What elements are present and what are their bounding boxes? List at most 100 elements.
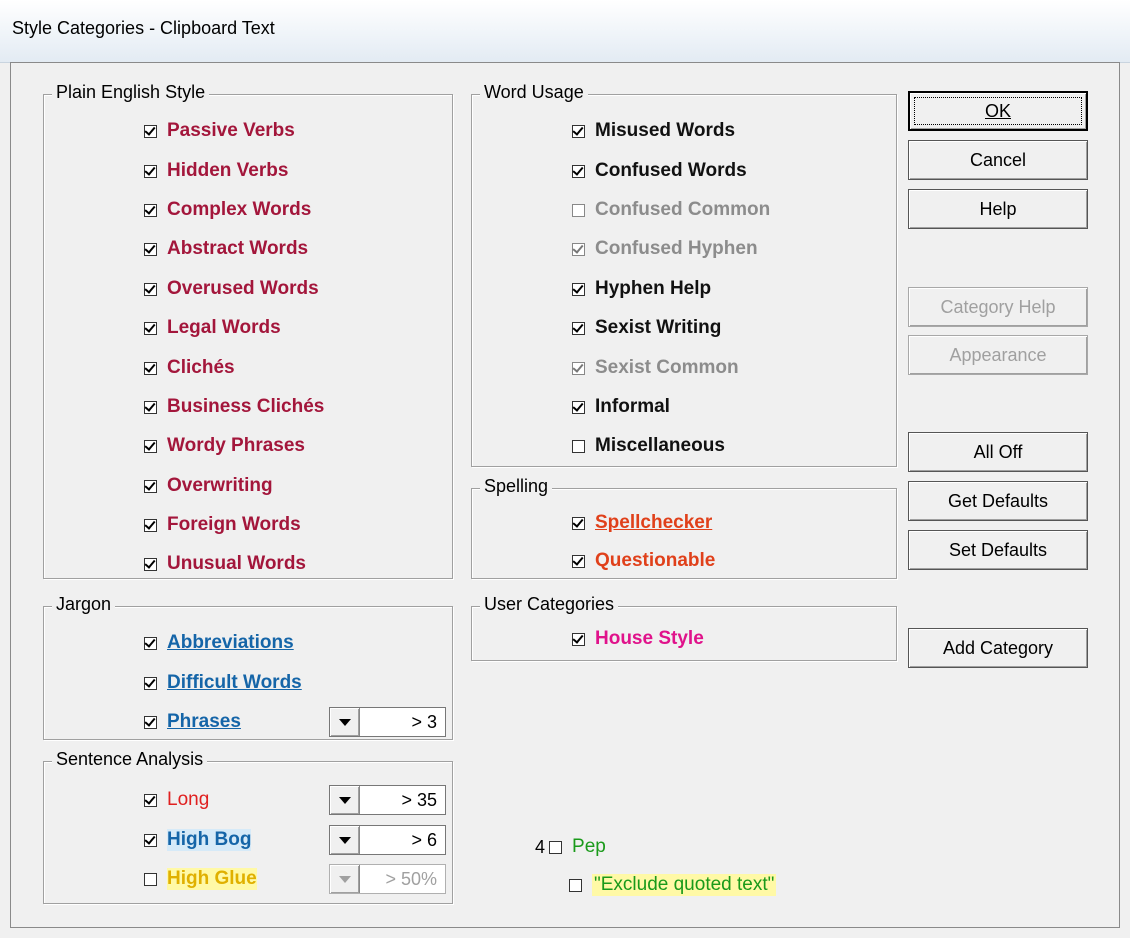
high-bog-threshold-dropdown[interactable]: > 6 <box>329 825 446 855</box>
dropdown-arrow-icon[interactable] <box>330 826 360 854</box>
option-long[interactable]: Long <box>144 786 209 814</box>
dropdown-arrow-icon[interactable] <box>330 708 360 736</box>
option-hyphen-help[interactable]: Hyphen Help <box>572 275 711 303</box>
checkbox[interactable] <box>144 164 157 178</box>
option-informal[interactable]: Informal <box>572 393 670 421</box>
option-passive-verbs[interactable]: Passive Verbs <box>144 117 295 145</box>
option-wordy-phrases[interactable]: Wordy Phrases <box>144 432 305 460</box>
checkbox[interactable] <box>144 242 157 256</box>
checkbox[interactable] <box>144 361 157 375</box>
checkbox[interactable] <box>572 516 585 530</box>
option-label: Spellchecker <box>595 512 713 533</box>
title-bar[interactable]: Style Categories - Clipboard Text <box>0 0 1130 63</box>
option-foreign-words[interactable]: Foreign Words <box>144 511 301 539</box>
style-categories-dialog: Style Categories - Clipboard Text Plain … <box>0 0 1130 938</box>
checkbox[interactable] <box>144 400 157 414</box>
add-category-button[interactable]: Add Category <box>908 628 1088 668</box>
checkbox[interactable] <box>572 554 585 568</box>
checkbox[interactable] <box>144 479 157 493</box>
option-high-bog[interactable]: High Bog <box>144 826 252 854</box>
option-phrases[interactable]: Phrases <box>144 708 241 736</box>
group-jargon: Jargon Abbreviations Difficult Words Phr… <box>43 594 453 740</box>
appearance-button: Appearance <box>908 335 1088 375</box>
option-label: Abstract Words <box>167 238 309 259</box>
option-label: Business Clichés <box>167 396 325 417</box>
option-complex-words[interactable]: Complex Words <box>144 196 311 224</box>
checkbox[interactable] <box>144 833 157 847</box>
pep-prefix: 4 <box>535 836 546 857</box>
help-button[interactable]: Help <box>908 189 1088 229</box>
checkbox[interactable] <box>144 715 157 729</box>
checkbox <box>572 242 585 256</box>
checkbox[interactable] <box>572 400 585 414</box>
option-label: Unusual Words <box>167 553 306 574</box>
option-sexist-writing[interactable]: Sexist Writing <box>572 314 721 342</box>
option-unusual-words[interactable]: Unusual Words <box>144 550 306 578</box>
option-confused-common: Confused Common <box>572 196 770 224</box>
option-questionable[interactable]: Questionable <box>572 547 715 575</box>
option-hidden-verbs[interactable]: Hidden Verbs <box>144 157 288 185</box>
option-business-cliches[interactable]: Business Clichés <box>144 393 324 421</box>
option-exclude-quoted-text[interactable]: "Exclude quoted text" <box>569 871 777 899</box>
checkbox[interactable] <box>144 557 157 571</box>
checkbox[interactable] <box>572 282 585 296</box>
option-label: Sexist Writing <box>595 317 722 338</box>
option-label: High Glue <box>167 868 257 890</box>
option-label: Sexist Common <box>595 357 739 378</box>
option-label: Questionable <box>595 550 716 571</box>
checkbox[interactable] <box>572 164 585 178</box>
checkbox[interactable] <box>144 124 157 138</box>
cancel-button[interactable]: Cancel <box>908 140 1088 180</box>
option-legal-words[interactable]: Legal Words <box>144 314 281 342</box>
option-misused-words[interactable]: Misused Words <box>572 117 735 145</box>
ok-button[interactable]: OK <box>908 91 1088 131</box>
get-defaults-button[interactable]: Get Defaults <box>908 481 1088 521</box>
high-glue-threshold-dropdown: > 50% <box>329 864 446 894</box>
option-overwriting[interactable]: Overwriting <box>144 472 273 500</box>
group-word-usage: Word Usage Misused Words Confused Words … <box>471 82 897 467</box>
option-abstract-words[interactable]: Abstract Words <box>144 235 308 263</box>
dropdown-arrow-icon[interactable] <box>330 786 360 814</box>
option-overused-words[interactable]: Overused Words <box>144 275 319 303</box>
option-pep[interactable]: 4 Pep <box>535 833 606 861</box>
checkbox[interactable] <box>572 124 585 138</box>
checkbox[interactable] <box>144 676 157 690</box>
checkbox[interactable] <box>144 636 157 650</box>
checkbox[interactable] <box>549 840 563 854</box>
checkbox[interactable] <box>572 439 585 453</box>
checkbox[interactable] <box>144 872 157 886</box>
checkbox[interactable] <box>144 793 157 807</box>
checkbox[interactable] <box>144 282 157 296</box>
option-label: Overused Words <box>167 278 319 299</box>
checkbox[interactable] <box>144 518 157 532</box>
option-label: Informal <box>595 396 670 417</box>
option-confused-words[interactable]: Confused Words <box>572 157 747 185</box>
option-spellchecker[interactable]: Spellchecker <box>572 509 712 537</box>
option-cliches[interactable]: Clichés <box>144 354 235 382</box>
phrases-threshold-dropdown[interactable]: > 3 <box>329 707 446 737</box>
checkbox <box>572 361 585 375</box>
option-label: Abbreviations <box>167 632 294 653</box>
checkbox[interactable] <box>144 203 157 217</box>
option-miscellaneous[interactable]: Miscellaneous <box>572 432 725 460</box>
option-label: House Style <box>595 628 704 649</box>
option-house-style[interactable]: House Style <box>572 625 704 653</box>
group-title-word-usage: Word Usage <box>480 82 588 103</box>
option-label: Pep <box>572 836 606 857</box>
option-label: Confused Common <box>595 199 771 220</box>
set-defaults-button[interactable]: Set Defaults <box>908 530 1088 570</box>
option-label: Hidden Verbs <box>167 160 289 181</box>
long-threshold-dropdown[interactable]: > 35 <box>329 785 446 815</box>
checkbox <box>572 203 585 217</box>
checkbox[interactable] <box>144 321 157 335</box>
checkbox[interactable] <box>569 878 582 892</box>
option-high-glue[interactable]: High Glue <box>144 865 257 893</box>
option-difficult-words[interactable]: Difficult Words <box>144 669 302 697</box>
checkbox[interactable] <box>572 321 585 335</box>
checkbox[interactable] <box>144 439 157 453</box>
appearance-button-label: Appearance <box>949 344 1047 365</box>
all-off-button-label: All Off <box>973 441 1023 462</box>
all-off-button[interactable]: All Off <box>908 432 1088 472</box>
option-abbreviations[interactable]: Abbreviations <box>144 629 294 657</box>
checkbox[interactable] <box>572 632 585 646</box>
